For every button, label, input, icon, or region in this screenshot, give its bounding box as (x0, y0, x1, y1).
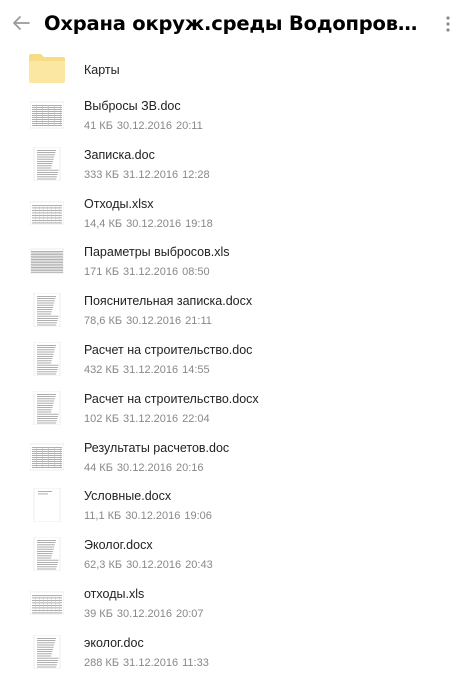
file-size: 171 КБ (84, 266, 120, 279)
file-list: Карты Выбросы ЗВ.doc 41 КБ 30.12.2016 20:11… (0, 50, 460, 680)
list-item[interactable]: Расчет на строительство.docx 102 КБ 31.12.… (0, 387, 460, 436)
header: Охрана окруж.среды Водопровод Дачное (Ко… (0, 0, 460, 48)
folder-icon (29, 54, 65, 83)
file-time: 19:18 (185, 217, 213, 230)
file-meta: 333 КБ 31.12.2016 12:28 (84, 168, 214, 182)
file-date: 30.12.2016 (116, 461, 172, 474)
file-meta: 432 КБ 31.12.2016 14:55 (84, 363, 214, 377)
file-thumbnail-icon (30, 292, 64, 328)
file-meta: 62,3 КБ 30.12.2016 20:43 (84, 558, 217, 572)
file-meta: 171 КБ 31.12.2016 08:50 (84, 265, 214, 279)
file-thumbnail-icon (30, 536, 64, 572)
file-thumbnail-icon (29, 586, 65, 620)
file-time: 14:55 (182, 363, 210, 376)
file-thumbnail-icon (29, 98, 65, 132)
file-time: 11:33 (182, 656, 209, 669)
file-name: Условные.docx (84, 489, 172, 504)
file-meta: 11,1 КБ 30.12.2016 19:06 (84, 509, 216, 523)
file-time: 20:07 (175, 607, 204, 620)
file-date: 31.12.2016 (123, 363, 179, 376)
file-time: 12:28 (182, 168, 210, 181)
file-meta: 14,4 КБ 30.12.2016 19:18 (84, 217, 217, 231)
file-size: 288 КБ (84, 656, 120, 669)
file-name: Выбросы ЗВ.doc (84, 99, 181, 113)
file-name: Эколог.docx (84, 538, 153, 553)
file-time: 20:16 (175, 461, 204, 474)
file-size: 78,6 КБ (84, 315, 123, 328)
file-meta: 41 КБ 30.12.2016 20:11 (84, 119, 207, 133)
file-time: 19:06 (184, 510, 212, 523)
file-date: 30.12.2016 (125, 510, 181, 523)
file-name: Параметры выбросов.xls (84, 245, 230, 260)
list-item[interactable]: отходы.xls 39 КБ 30.12.2016 20:07 (0, 582, 460, 631)
list-item[interactable]: Результаты расчетов.doc 44 КБ 30.12.2016 20… (0, 436, 460, 485)
file-size: 44 КБ (84, 461, 113, 474)
file-time: 21:11 (185, 315, 212, 328)
list-item[interactable]: Выбросы ЗВ.doc 41 КБ 30.12.2016 20:11 (0, 94, 460, 143)
file-date: 31.12.2016 (123, 266, 179, 279)
list-item[interactable]: Записка.doc 333 КБ 31.12.2016 12:28 (0, 143, 460, 192)
list-item-folder[interactable]: Карты (0, 50, 460, 94)
file-time: 08:50 (182, 266, 210, 279)
file-name: отходы.xls (84, 586, 145, 601)
file-thumbnail-icon (30, 634, 64, 670)
page-title: Охрана окруж.среды Водопровод Дачное (Ко… (44, 12, 424, 35)
file-thumbnail-icon (29, 196, 65, 230)
file-date: 30.12.2016 (126, 559, 182, 572)
file-size: 11,1 КБ (84, 510, 122, 523)
file-date: 31.12.2016 (123, 168, 179, 181)
file-meta: 39 КБ 30.12.2016 20:07 (84, 607, 208, 621)
file-date: 30.12.2016 (116, 607, 172, 620)
file-size: 41 КБ (84, 120, 113, 132)
files-container: Выбросы ЗВ.doc 41 КБ 30.12.2016 20:11 Записк… (0, 94, 460, 680)
more-vertical-icon (446, 16, 450, 32)
file-name: Записка.doc (84, 147, 155, 162)
file-name: Расчет на строительство.doc (84, 342, 253, 357)
file-time: 22:04 (182, 412, 210, 425)
list-item[interactable]: Расчет на строительство.doc 432 КБ 31.12.2… (0, 338, 460, 387)
file-size: 102 КБ (84, 412, 120, 425)
list-item[interactable]: Условные.docx 11,1 КБ 30.12.2016 19:06 (0, 484, 460, 533)
file-size: 14,4 КБ (84, 217, 123, 230)
file-thumbnail-icon (30, 390, 64, 426)
file-date: 31.12.2016 (123, 656, 179, 669)
file-name: Отходы.xlsx (84, 196, 154, 211)
file-thumbnail-icon (29, 440, 65, 474)
list-item[interactable]: эколог.doc 288 КБ 31.12.2016 11:33 (0, 631, 460, 680)
file-meta: 78,6 КБ 30.12.2016 21:11 (84, 314, 216, 328)
file-date: 30.12.2016 (126, 217, 182, 230)
list-item[interactable]: Эколог.docx 62,3 КБ 30.12.2016 20:43 (0, 533, 460, 582)
file-thumbnail-icon (29, 244, 65, 278)
list-item[interactable]: Параметры выбросов.xls 171 КБ 31.12.2016 08… (0, 240, 460, 289)
file-time: 20:43 (185, 559, 213, 572)
arrow-left-icon (13, 16, 30, 30)
file-date: 31.12.2016 (123, 412, 179, 425)
file-thumbnail-icon (30, 146, 64, 182)
file-name: эколог.doc (84, 635, 144, 650)
file-thumbnail-icon (30, 488, 64, 523)
back-button[interactable] (10, 12, 32, 34)
file-name: Расчет на строительство.docx (84, 391, 259, 406)
file-size: 39 КБ (84, 607, 113, 620)
file-meta: 44 КБ 30.12.2016 20:16 (84, 461, 208, 475)
file-name: Пояснительная записка.docx (84, 294, 253, 309)
file-name: Результаты расчетов.doc (84, 440, 230, 455)
folder-name: Карты (84, 63, 120, 77)
list-item[interactable]: Отходы.xlsx 14,4 КБ 30.12.2016 19:18 (0, 192, 460, 241)
file-meta: 288 КБ 31.12.2016 11:33 (84, 656, 213, 670)
more-button[interactable] (440, 13, 456, 35)
file-thumbnail-icon (30, 341, 64, 377)
file-size: 62,3 КБ (84, 559, 123, 572)
file-size: 333 КБ (84, 168, 120, 181)
file-size: 432 КБ (84, 363, 120, 376)
file-time: 20:11 (175, 120, 203, 132)
file-date: 30.12.2016 (126, 315, 182, 328)
file-meta: 102 КБ 31.12.2016 22:04 (84, 412, 214, 426)
file-date: 30.12.2016 (116, 120, 172, 132)
list-item[interactable]: Пояснительная записка.docx 78,6 КБ 30.12.2… (0, 289, 460, 338)
